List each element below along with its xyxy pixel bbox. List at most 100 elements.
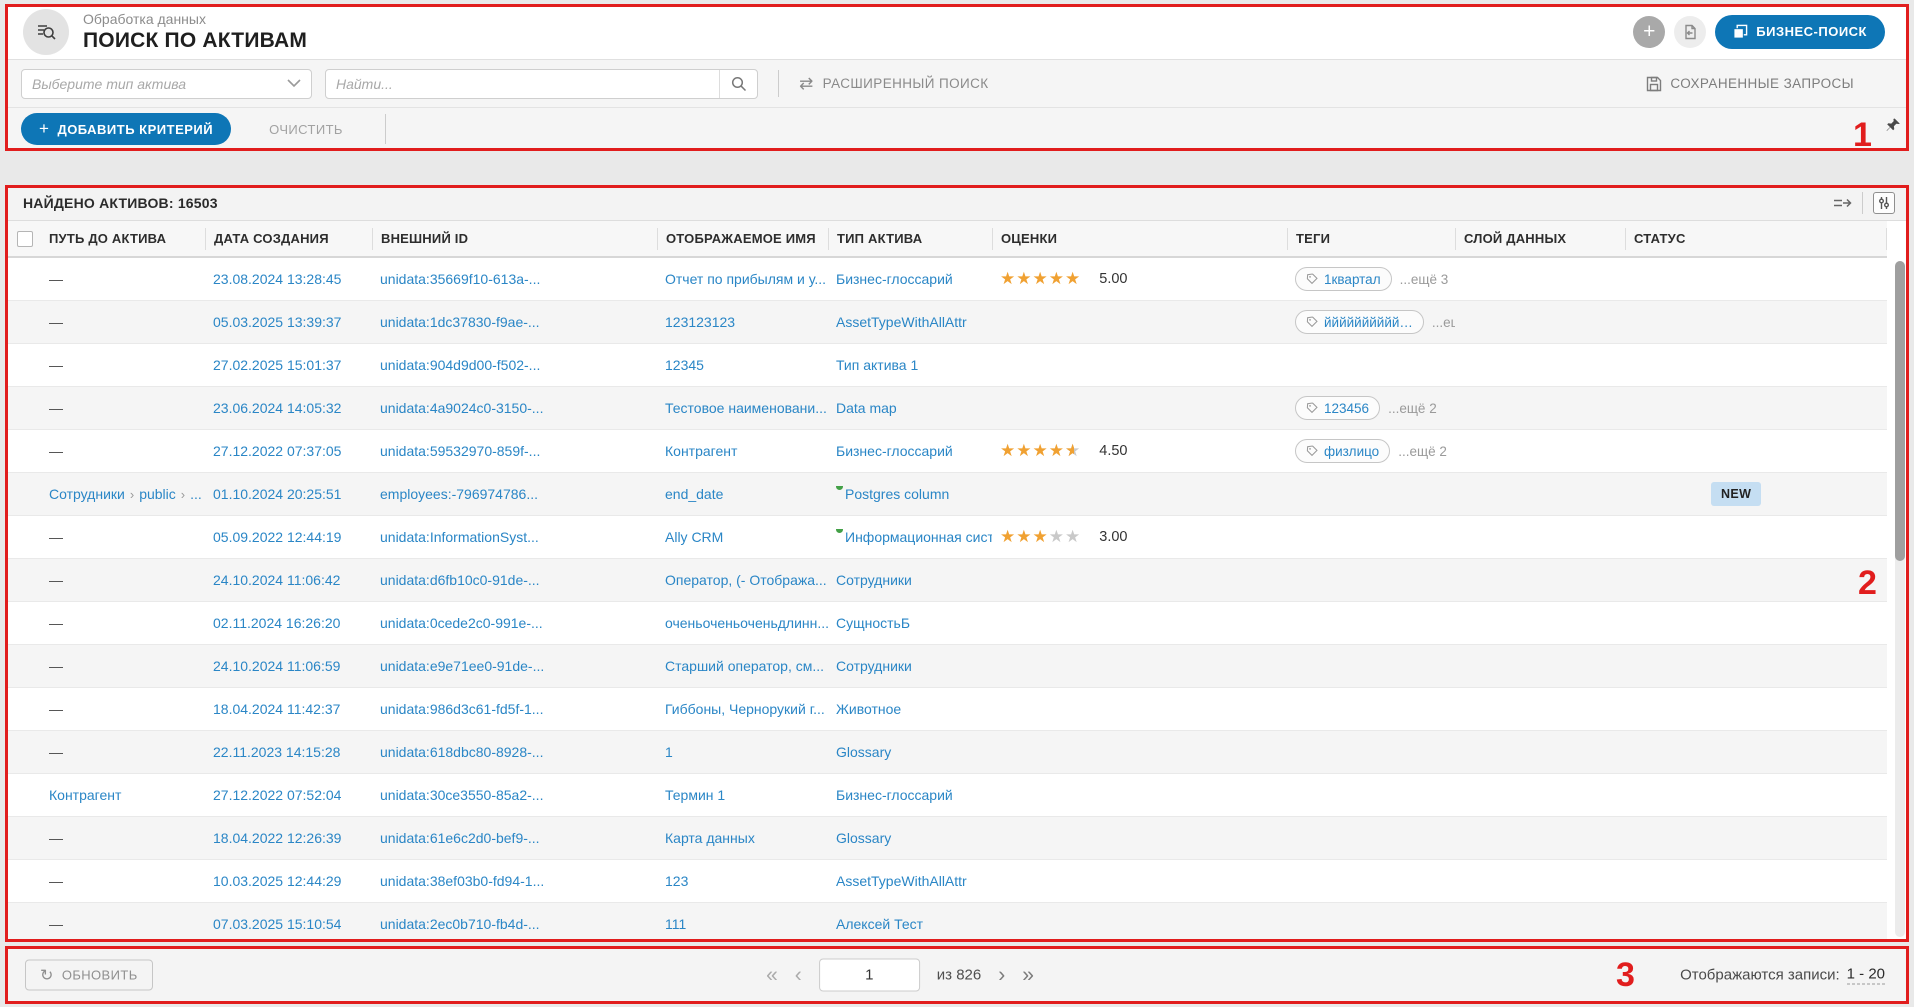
external-id-link[interactable]: unidata:38ef03b0-fd94-1...	[380, 873, 544, 889]
asset-type-link[interactable]: Бизнес-глоссарий	[836, 271, 953, 287]
display-name-link[interactable]: Оператор, (- Отобража...	[665, 572, 827, 588]
display-name-link[interactable]: Тестовое наименовани...	[665, 400, 827, 416]
page-number-input[interactable]	[819, 959, 920, 992]
tags-more-link[interactable]: ...ещё 3	[1400, 272, 1449, 287]
created-date-link[interactable]: 23.08.2024 13:28:45	[213, 271, 341, 287]
table-row[interactable]: —05.09.2022 12:44:19unidata:InformationS…	[5, 516, 1887, 559]
table-row[interactable]: —23.06.2024 14:05:32unidata:4a9024c0-315…	[5, 387, 1887, 430]
display-name-link[interactable]: 123	[665, 873, 688, 889]
table-row[interactable]: —18.04.2024 11:42:37unidata:986d3c61-fd5…	[5, 688, 1887, 731]
column-header-path[interactable]: ПУТЬ ДО АКТИВА	[41, 228, 205, 250]
scrollbar-thumb[interactable]	[1895, 261, 1905, 561]
asset-type-link[interactable]: СущностьБ	[836, 615, 910, 631]
external-id-link[interactable]: unidata:35669f10-613a-...	[380, 271, 540, 287]
created-date-link[interactable]: 27.02.2025 15:01:37	[213, 357, 341, 373]
table-row[interactable]: —27.12.2022 07:37:05unidata:59532970-859…	[5, 430, 1887, 473]
display-name-link[interactable]: 123123123	[665, 314, 735, 330]
created-date-link[interactable]: 10.03.2025 12:44:29	[213, 873, 341, 889]
tags-more-link[interactable]: ...ещё 7	[1432, 315, 1455, 330]
created-date-link[interactable]: 01.10.2024 20:25:51	[213, 486, 341, 502]
refresh-button[interactable]: ↻ ОБНОВИТЬ	[25, 960, 153, 991]
last-page-button[interactable]: »	[1022, 963, 1034, 987]
external-id-link[interactable]: unidata:2ec0b710-fb4d-...	[380, 916, 540, 932]
records-range[interactable]: 1 - 20	[1847, 966, 1885, 985]
next-page-button[interactable]: ›	[998, 963, 1005, 987]
table-row[interactable]: —10.03.2025 12:44:29unidata:38ef03b0-fd9…	[5, 860, 1887, 903]
column-header-display-name[interactable]: ОТОБРАЖАЕМОЕ ИМЯ	[657, 228, 828, 250]
table-row[interactable]: —22.11.2023 14:15:28unidata:618dbc80-892…	[5, 731, 1887, 774]
path-link[interactable]: Сотрудники	[49, 486, 125, 502]
display-name-link[interactable]: Старший оператор, см...	[665, 658, 824, 674]
external-id-link[interactable]: unidata:59532970-859f-...	[380, 443, 540, 459]
asset-type-link[interactable]: Информационная систем	[845, 529, 992, 545]
pin-icon[interactable]	[1886, 117, 1901, 137]
table-row[interactable]: —05.03.2025 13:39:37unidata:1dc37830-f9a…	[5, 301, 1887, 344]
display-name-link[interactable]: Гиббоны, Чернорукий г...	[665, 701, 825, 717]
fit-columns-button[interactable]	[1832, 196, 1852, 210]
column-header-tags[interactable]: ТЕГИ	[1287, 228, 1455, 250]
created-date-link[interactable]: 07.03.2025 15:10:54	[213, 916, 341, 932]
column-header-status[interactable]: СТАТУС	[1625, 228, 1887, 250]
asset-type-link[interactable]: Бизнес-глоссарий	[836, 787, 953, 803]
external-id-link[interactable]: unidata:0cede2c0-991e-...	[380, 615, 543, 631]
created-date-link[interactable]: 27.12.2022 07:52:04	[213, 787, 341, 803]
table-row[interactable]: Сотрудники›public›...01.10.2024 20:25:51…	[5, 473, 1887, 516]
asset-type-select[interactable]: Выберите тип актива	[21, 69, 312, 99]
tag-chip[interactable]: 1квартал	[1295, 267, 1392, 291]
path-link[interactable]: ...	[190, 486, 202, 502]
external-id-link[interactable]: unidata:d6fb10c0-91de-...	[380, 572, 540, 588]
table-row[interactable]: Контрагент27.12.2022 07:52:04unidata:30c…	[5, 774, 1887, 817]
external-id-link[interactable]: unidata:986d3c61-fd5f-1...	[380, 701, 543, 717]
table-row[interactable]: —18.04.2022 12:26:39unidata:61e6c2d0-bef…	[5, 817, 1887, 860]
tag-chip[interactable]: йййййййййй…	[1295, 310, 1424, 334]
column-header-rating[interactable]: ОЦЕНКИ	[992, 228, 1287, 250]
asset-type-link[interactable]: Алексей Тест	[836, 916, 923, 932]
created-date-link[interactable]: 18.04.2024 11:42:37	[213, 701, 340, 717]
display-name-link[interactable]: Карта данных	[665, 830, 755, 846]
add-asset-button[interactable]: +	[1633, 16, 1665, 48]
asset-type-link[interactable]: Glossary	[836, 744, 891, 760]
table-row[interactable]: —24.10.2024 11:06:42unidata:d6fb10c0-91d…	[5, 559, 1887, 602]
display-name-link[interactable]: Контрагент	[665, 443, 737, 459]
prev-page-button[interactable]: ‹	[795, 963, 802, 987]
created-date-link[interactable]: 05.03.2025 13:39:37	[213, 314, 341, 330]
tag-chip[interactable]: физлицо	[1295, 439, 1390, 463]
table-row[interactable]: —23.08.2024 13:28:45unidata:35669f10-613…	[5, 258, 1887, 301]
created-date-link[interactable]: 05.09.2022 12:44:19	[213, 529, 341, 545]
display-name-link[interactable]: 111	[665, 916, 686, 932]
search-input[interactable]	[326, 70, 719, 98]
column-header-external-id[interactable]: ВНЕШНИЙ ID	[372, 228, 657, 250]
created-date-link[interactable]: 23.06.2024 14:05:32	[213, 400, 341, 416]
select-all-checkbox[interactable]	[17, 231, 33, 247]
tags-more-link[interactable]: ...ещё 2	[1398, 444, 1447, 459]
external-id-link[interactable]: employees:-796974786...	[380, 486, 538, 502]
created-date-link[interactable]: 24.10.2024 11:06:59	[213, 658, 340, 674]
asset-type-link[interactable]: Тип актива 1	[836, 357, 918, 373]
created-date-link[interactable]: 24.10.2024 11:06:42	[213, 572, 340, 588]
column-header-created-date[interactable]: ДАТА СОЗДАНИЯ	[205, 228, 372, 250]
asset-type-link[interactable]: Сотрудники	[836, 658, 912, 674]
display-name-link[interactable]: оченьоченьоченьдлинн...	[665, 615, 828, 631]
created-date-link[interactable]: 18.04.2022 12:26:39	[213, 830, 341, 846]
table-row[interactable]: —24.10.2024 11:06:59unidata:e9e71ee0-91d…	[5, 645, 1887, 688]
saved-queries-link[interactable]: СОХРАНЕННЫЕ ЗАПРОСЫ	[1646, 76, 1854, 92]
display-name-link[interactable]: 12345	[665, 357, 704, 373]
column-header-data-layer[interactable]: СЛОЙ ДАННЫХ	[1455, 228, 1625, 250]
external-id-link[interactable]: unidata:61e6c2d0-bef9-...	[380, 830, 540, 846]
display-name-link[interactable]: 1	[665, 744, 673, 760]
column-header-asset-type[interactable]: ТИП АКТИВА	[828, 228, 992, 250]
asset-type-link[interactable]: AssetTypeWithAllAttr	[836, 314, 967, 330]
external-id-link[interactable]: unidata:InformationSyst...	[380, 529, 539, 545]
column-settings-button[interactable]	[1873, 192, 1895, 214]
tag-chip[interactable]: 123456	[1295, 396, 1380, 420]
external-id-link[interactable]: unidata:30ce3550-85a2-...	[380, 787, 543, 803]
external-id-link[interactable]: unidata:618dbc80-8928-...	[380, 744, 543, 760]
external-id-link[interactable]: unidata:e9e71ee0-91de-...	[380, 658, 544, 674]
asset-type-link[interactable]: Бизнес-глоссарий	[836, 443, 953, 459]
business-search-button[interactable]: БИЗНЕС-ПОИСК	[1715, 15, 1885, 49]
table-row[interactable]: —07.03.2025 15:10:54unidata:2ec0b710-fb4…	[5, 903, 1887, 940]
external-id-link[interactable]: unidata:1dc37830-f9ae-...	[380, 314, 540, 330]
clear-button[interactable]: ОЧИСТИТЬ	[269, 122, 343, 137]
display-name-link[interactable]: Термин 1	[665, 787, 725, 803]
search-button[interactable]	[719, 70, 757, 98]
